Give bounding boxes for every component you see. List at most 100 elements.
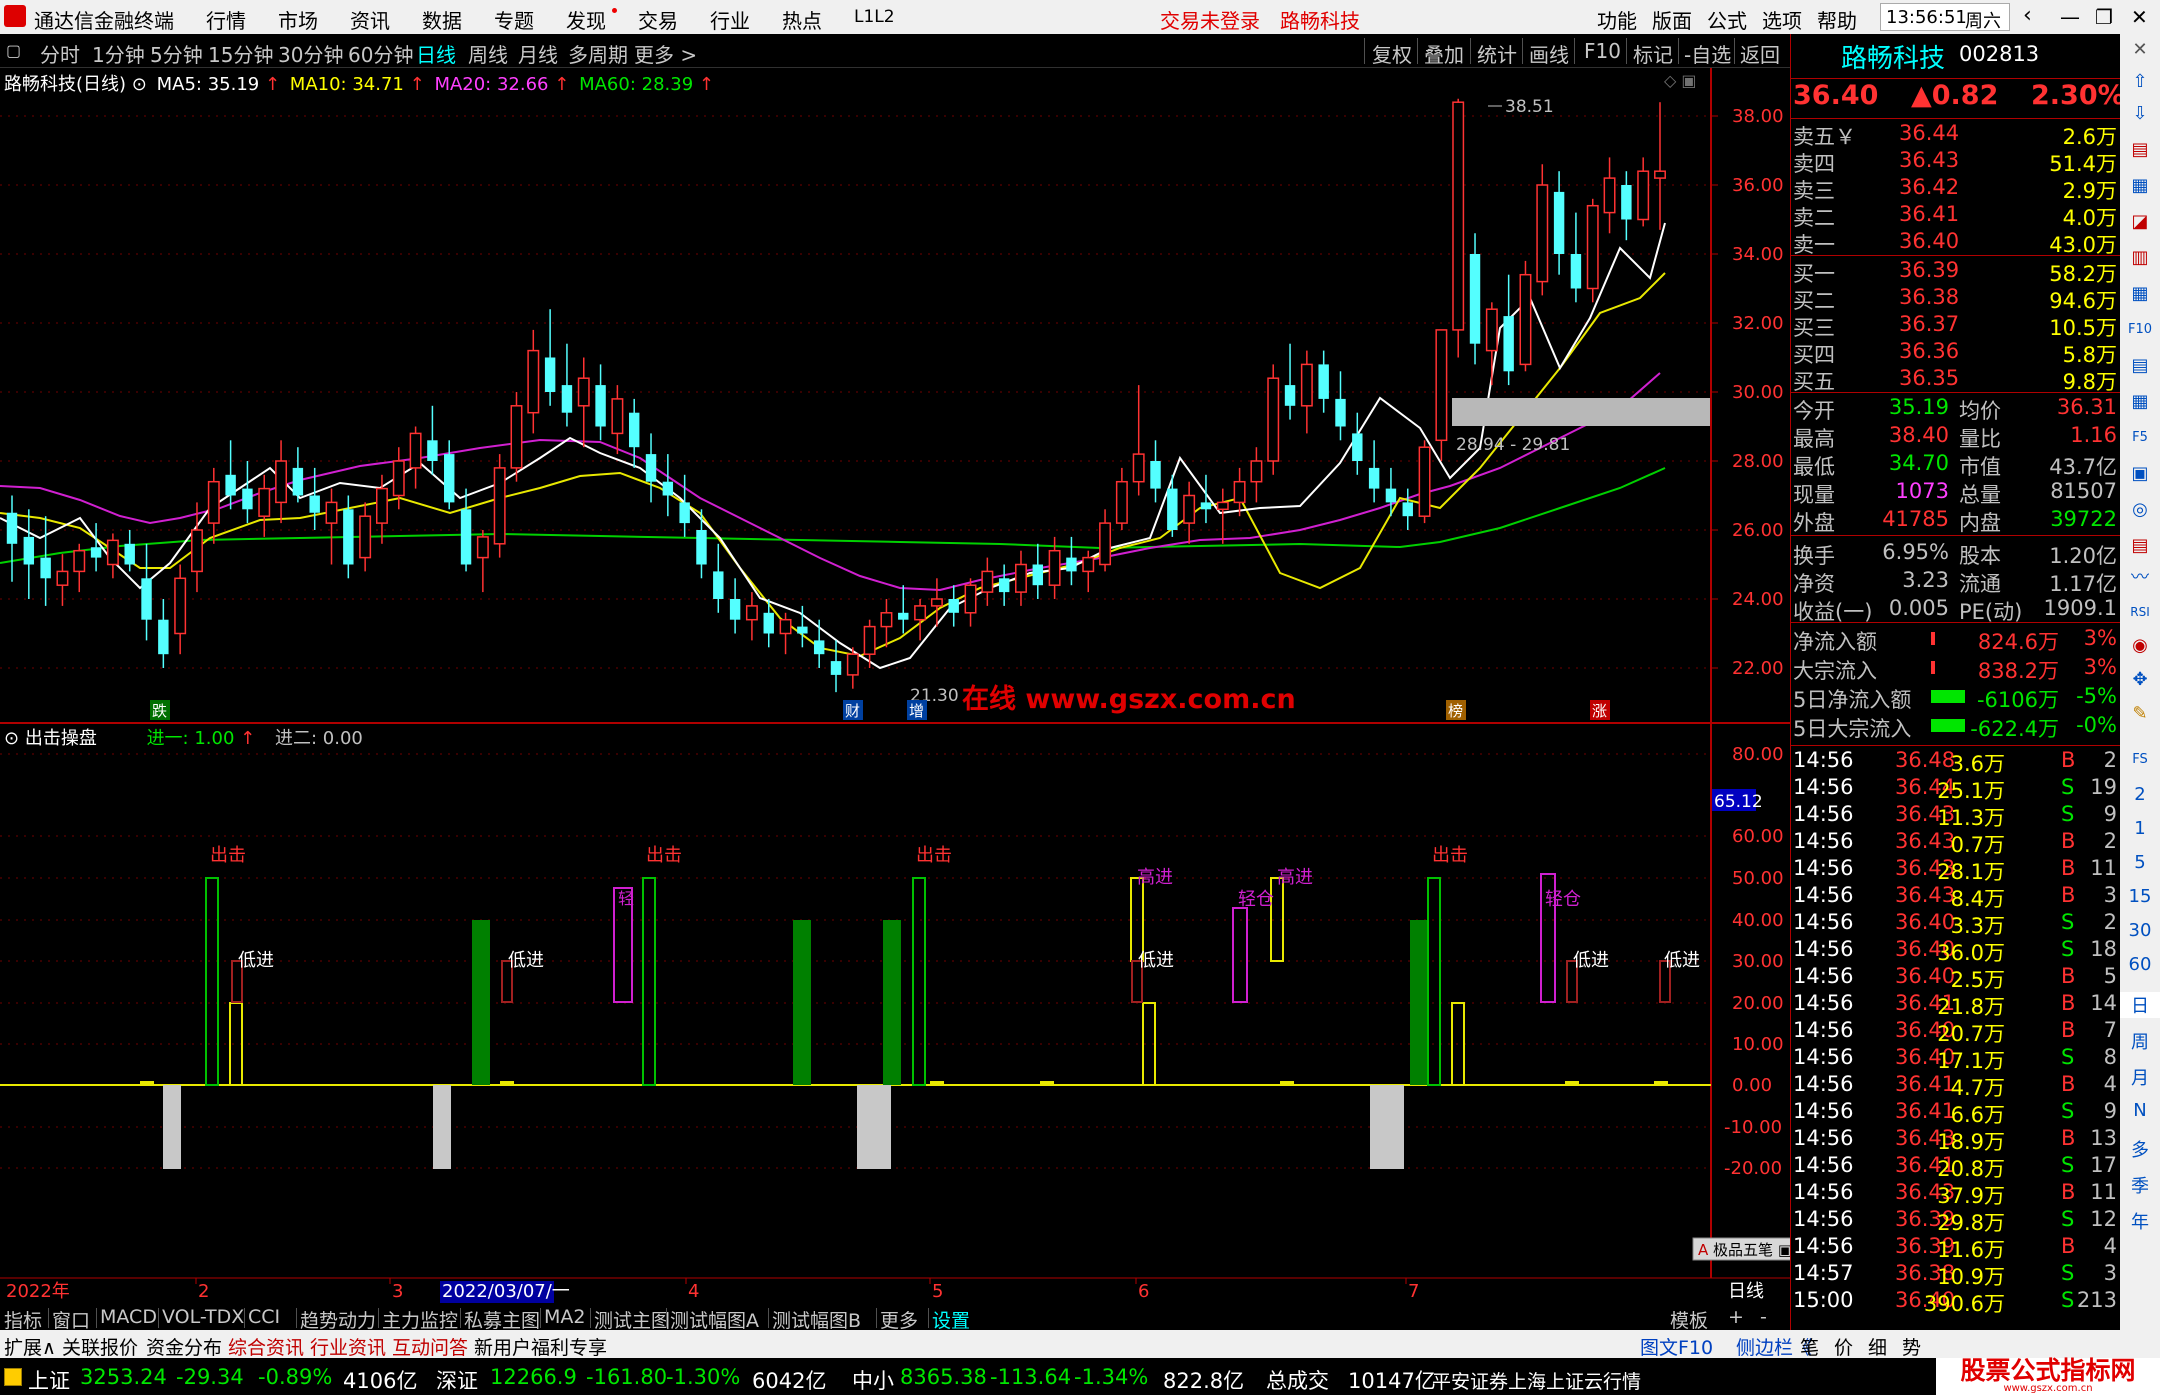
table-icon[interactable]: ▦ (2128, 174, 2152, 198)
collapse-icon[interactable]: ▢ (6, 41, 21, 60)
ask-row[interactable]: 卖一 36.40 43.0万 (1791, 229, 2121, 257)
tick-row[interactable]: 14:56 36.43 8.4万 B 3 (1791, 883, 2121, 911)
period-weekly[interactable]: 周线 (468, 39, 508, 68)
tab-indicator[interactable]: 窗口 (52, 1306, 90, 1333)
move-icon[interactable]: ✥ (2128, 668, 2152, 692)
tab-extension[interactable]: 行业资讯 (310, 1333, 386, 1360)
btn-biaoji[interactable]: 标记 (1633, 39, 1673, 68)
chart-icon[interactable]: ▤ (2128, 534, 2152, 558)
chart-option-icon[interactable]: ◇ ▣ (1664, 71, 1697, 90)
minimize-icon[interactable]: — (2060, 5, 2080, 29)
tab-indicator[interactable]: 测试幅图A (670, 1306, 759, 1333)
grid2-icon[interactable]: ▦ (2128, 390, 2152, 414)
period-monthly[interactable]: 月线 (518, 39, 558, 68)
tick-row[interactable]: 14:56 36.43 37.9万 B 11 (1791, 1180, 2121, 1208)
tick-row[interactable]: 14:56 36.43 0.7万 B 2 (1791, 829, 2121, 857)
tab-indicator[interactable]: MA2 (544, 1306, 585, 1328)
menu-zixun[interactable]: 资讯 (350, 5, 390, 34)
tick-row[interactable]: 14:56 36.41 20.8万 S 17 (1791, 1153, 2121, 1181)
bid-row[interactable]: 买五 36.35 9.8万 (1791, 366, 2121, 394)
marker-die[interactable]: 跌 (152, 702, 167, 720)
calc-icon[interactable]: ▣ (2128, 462, 2152, 486)
restore-icon[interactable]: ❐ (2095, 5, 2113, 29)
indicator-settings-icon[interactable]: ⊙ (4, 728, 19, 749)
ask-row[interactable]: 卖五￥ 36.44 2.6万 (1791, 121, 2121, 149)
line-chart-icon[interactable]: ◪ (2128, 210, 2152, 234)
tick-row[interactable]: 14:56 36.41 21.8万 B 14 (1791, 991, 2121, 1019)
menu-shuju[interactable]: 数据 (422, 5, 462, 34)
marker-cai[interactable]: 财 (845, 702, 860, 720)
sidebar-period[interactable]: 周 (2120, 1028, 2160, 1054)
idx-sh-name[interactable]: 上证 (28, 1365, 70, 1395)
menu-gongneng[interactable]: 功能 (1597, 5, 1637, 34)
tab-right[interactable]: 图文F10 (1640, 1333, 1713, 1360)
menu-banmian[interactable]: 版面 (1652, 5, 1692, 34)
arrow-down-icon[interactable]: ⇩ (2128, 102, 2152, 126)
fs-icon[interactable]: FS (2128, 748, 2152, 772)
sidebar-period[interactable]: 多 (2120, 1136, 2160, 1162)
tick-row[interactable]: 14:56 36.41 6.6万 S 9 (1791, 1099, 2121, 1127)
money-icon[interactable]: ◉ (2128, 634, 2152, 658)
btn-tongji[interactable]: 统计 (1477, 39, 1517, 68)
bid-row[interactable]: 买二 36.38 94.6万 (1791, 285, 2121, 313)
tab-template[interactable]: 模板 (1670, 1306, 1708, 1333)
tick-row[interactable]: 14:57 36.38 10.9万 S 3 (1791, 1261, 2121, 1289)
period-multi[interactable]: 多周期 (568, 39, 628, 68)
tick-row[interactable]: 14:56 36.40 20.7万 B 7 (1791, 1018, 2121, 1046)
idx-sz-name[interactable]: 深证 (436, 1365, 478, 1395)
tab-extension[interactable]: 扩展∧ (4, 1333, 56, 1360)
tick-row[interactable]: 14:56 36.40 2.5万 B 5 (1791, 964, 2121, 992)
tab-extension[interactable]: 新用户福利专享 (474, 1333, 607, 1360)
btn-f10[interactable]: F10 (1584, 39, 1621, 63)
kline-icon[interactable]: ▥ (2128, 246, 2152, 270)
sidebar-period[interactable]: 日 (2120, 992, 2160, 1018)
ask-row[interactable]: 卖二 36.41 4.0万 (1791, 202, 2121, 230)
back-icon[interactable]: ‹ (2023, 3, 2032, 28)
tab-extension[interactable]: 资金分布 (146, 1333, 222, 1360)
tick-row[interactable]: 14:56 36.44 25.1万 S 19 (1791, 775, 2121, 803)
tab-indicator[interactable]: 私募主图 (464, 1306, 540, 1333)
sidebar-num[interactable]: 15 (2120, 886, 2160, 907)
period-daily[interactable]: 日线 (416, 39, 456, 68)
tick-row[interactable]: 14:56 36.43 28.1万 B 11 (1791, 856, 2121, 884)
f10-icon[interactable]: F10 (2128, 318, 2152, 342)
wave-icon[interactable]: 〰 (2128, 566, 2152, 590)
bid-row[interactable]: 买三 36.37 10.5万 (1791, 312, 2121, 340)
period-30min[interactable]: 30分钟 (278, 39, 343, 68)
sidebar-num[interactable]: 30 (2120, 920, 2160, 941)
ask-row[interactable]: 卖四 36.43 51.4万 (1791, 148, 2121, 176)
btn-fuquan[interactable]: 复权 (1372, 39, 1412, 68)
main-chart[interactable]: 38.00 36.00 34.00 32.00 30.00 28.00 26.0… (0, 68, 1790, 1306)
tab-indicator[interactable]: 主力监控 (382, 1306, 458, 1333)
rsi-icon[interactable]: RSI (2128, 600, 2152, 624)
tab-right[interactable]: 势 (1902, 1333, 1921, 1360)
ask-row[interactable]: 卖三 36.42 2.9万 (1791, 175, 2121, 203)
period-15min[interactable]: 15分钟 (208, 39, 273, 68)
menu-hangqing[interactable]: 行情 (206, 5, 246, 34)
btn-diejia[interactable]: 叠加 (1424, 39, 1464, 68)
tick-row[interactable]: 14:56 36.43 18.9万 B 13 (1791, 1126, 2121, 1154)
tab-indicator[interactable]: 测试幅图B (772, 1306, 861, 1333)
tab-extension[interactable]: 互动问答 (392, 1333, 468, 1360)
tab-indicator[interactable]: 设置 (932, 1306, 970, 1333)
sidebar-num[interactable]: 5 (2120, 852, 2160, 873)
tab-remove[interactable]: - (1760, 1306, 1767, 1328)
trade-status[interactable]: 交易未登录 (1160, 5, 1260, 34)
pen-icon[interactable]: ✎ (2128, 702, 2152, 726)
sidebar-period[interactable]: 月 (2120, 1064, 2160, 1090)
tick-row[interactable]: 14:56 36.39 29.8万 S 12 (1791, 1207, 2121, 1235)
period-60min[interactable]: 60分钟 (348, 39, 413, 68)
tab-right[interactable]: 细 (1868, 1333, 1887, 1360)
fn-icon[interactable]: F5 (2128, 426, 2152, 450)
tab-indicator[interactable]: VOL-TDX (162, 1306, 244, 1328)
menu-l1l2[interactable]: L1L2 (854, 7, 895, 27)
tab-indicator[interactable]: 指标 (4, 1306, 42, 1333)
menu-zhuanti[interactable]: 专题 (494, 5, 534, 34)
sidebar-period[interactable]: 季 (2120, 1172, 2160, 1198)
tick-row[interactable]: 14:56 36.40 3.3万 S 2 (1791, 910, 2121, 938)
grid-icon[interactable]: ▦ (2128, 282, 2152, 306)
period-5min[interactable]: 5分钟 (150, 39, 203, 68)
period-fenshi[interactable]: 分时 (40, 39, 80, 68)
tab-extension[interactable]: 综合资讯 (228, 1333, 304, 1360)
tick-row[interactable]: 15:00 36.40 390.6万 S 213 (1791, 1288, 2121, 1316)
